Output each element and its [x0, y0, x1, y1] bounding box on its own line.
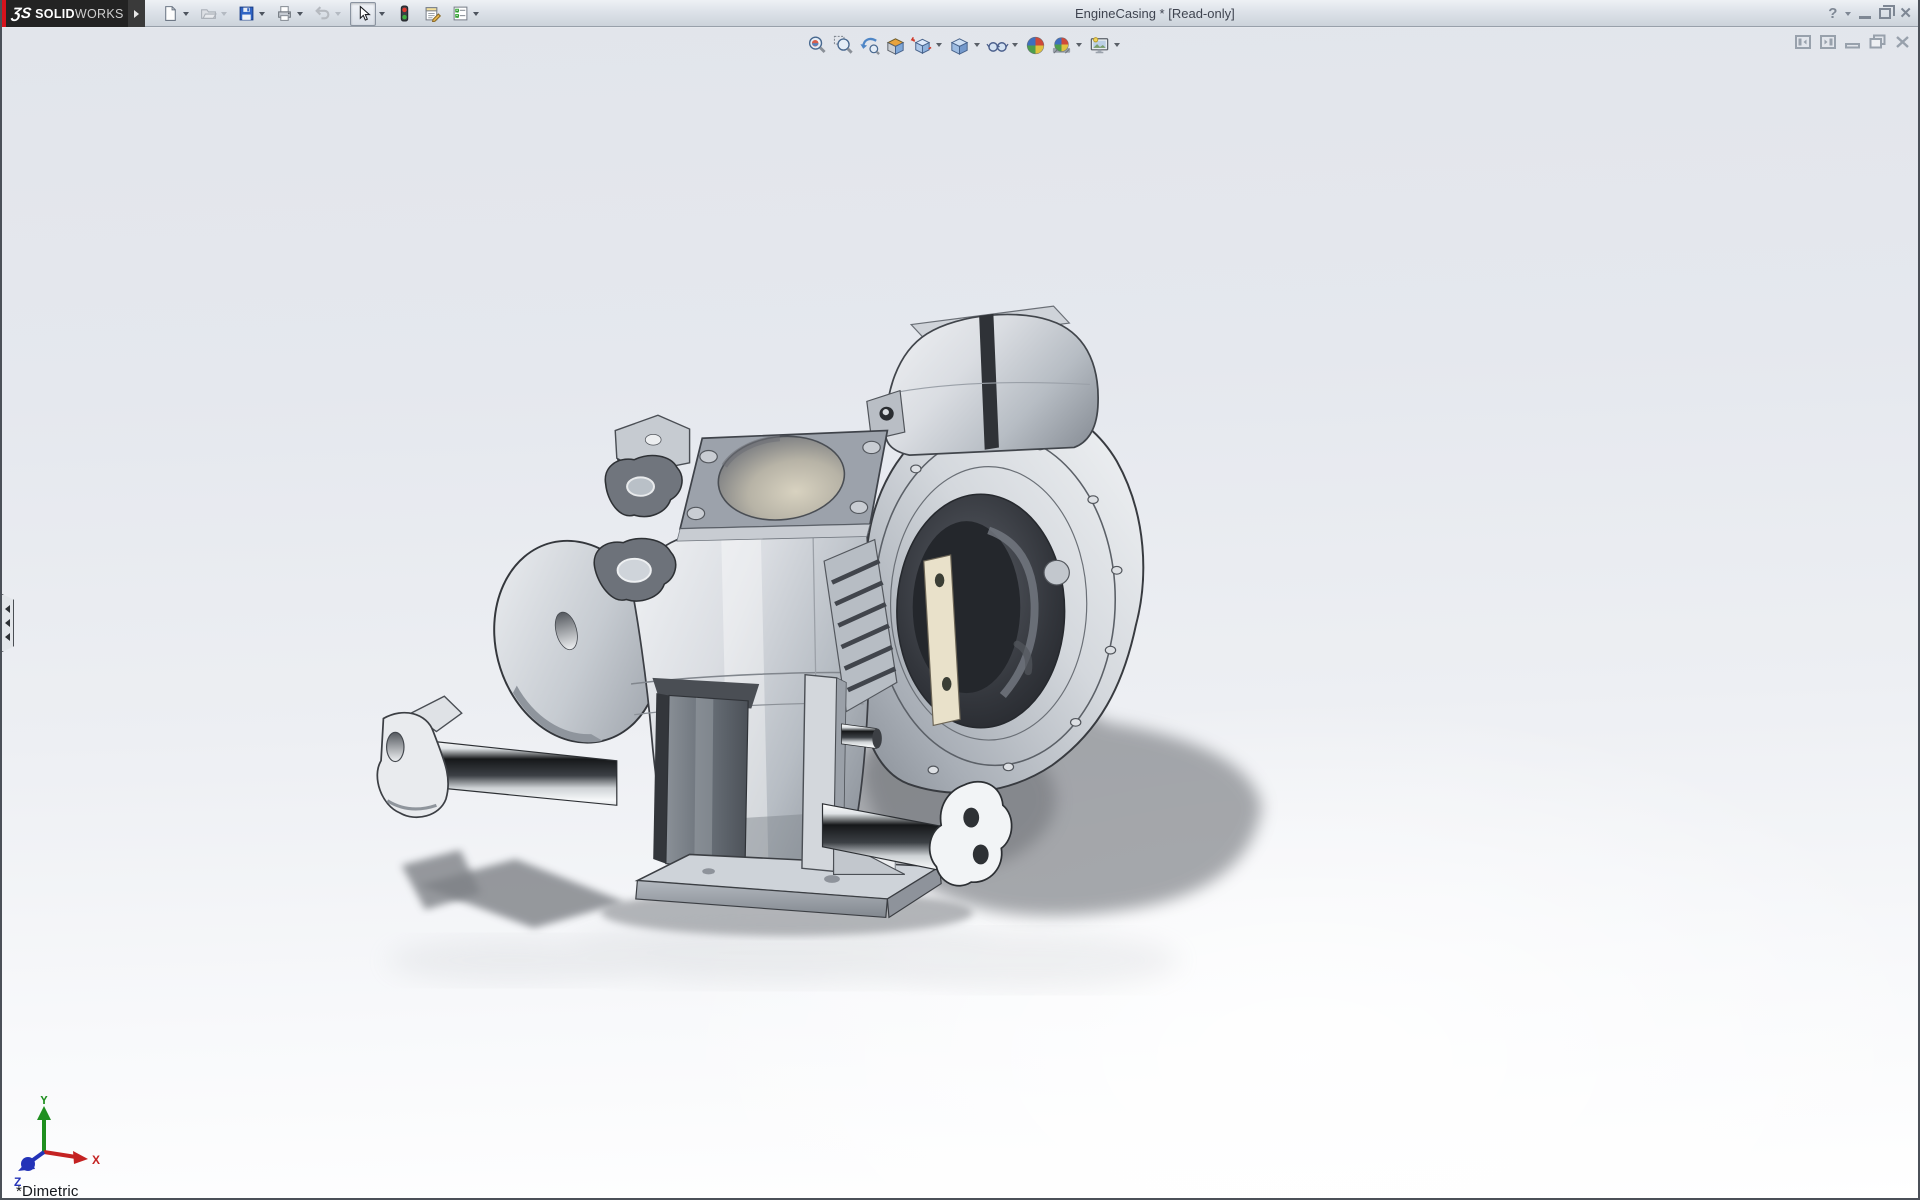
- x-axis-arrow: [73, 1151, 88, 1164]
- engine-casing-model[interactable]: [332, 300, 1582, 1198]
- y-axis-arrow: [37, 1106, 51, 1120]
- view-orientation-icon: [910, 36, 931, 54]
- edit-appearance-button[interactable]: [1022, 32, 1048, 58]
- options-icon: [453, 6, 467, 21]
- undo-button[interactable]: [312, 3, 332, 25]
- print-icon: [277, 6, 291, 21]
- view-settings-dropdown[interactable]: [1112, 33, 1122, 57]
- standard-toolbar: [152, 0, 480, 27]
- logo-text-solid: SOLID: [35, 6, 75, 21]
- apply-scene-button[interactable]: [1048, 32, 1074, 58]
- zoom-to-fit-icon: [808, 35, 826, 53]
- open-document-dropdown[interactable]: [219, 3, 228, 25]
- view-settings-button[interactable]: [1086, 32, 1112, 58]
- minimize-icon[interactable]: [1859, 9, 1872, 19]
- doc-close-icon[interactable]: [1895, 35, 1910, 49]
- select-dropdown[interactable]: [377, 3, 386, 25]
- file-properties-icon: [425, 7, 441, 22]
- select-button[interactable]: [350, 1, 376, 26]
- rebuild-stoplight-icon: [400, 5, 408, 22]
- 3ds-logo-icon: ƷS: [10, 5, 33, 22]
- collapse-left-pane-icon[interactable]: [1795, 34, 1811, 49]
- options-button[interactable]: [450, 3, 470, 25]
- y-axis-label: Y: [40, 1096, 48, 1107]
- x-axis-label: X: [92, 1153, 100, 1167]
- appearance-ball-icon: [1026, 36, 1044, 54]
- open-document-button[interactable]: [198, 3, 218, 25]
- help-dropdown[interactable]: [1845, 11, 1852, 16]
- title-bar: ƷS SOLID WORKS EngineCasing * [Read-only…: [2, 0, 1918, 27]
- close-icon[interactable]: ✕: [1899, 6, 1912, 21]
- menu-expand-arrow-icon[interactable]: [128, 0, 145, 27]
- document-title: EngineCasing * [Read-only]: [1075, 6, 1235, 21]
- open-folder-icon: [200, 9, 217, 19]
- print-dropdown[interactable]: [295, 3, 304, 25]
- stand-column[interactable]: [652, 677, 760, 871]
- undo-dropdown[interactable]: [333, 3, 342, 25]
- document-window-controls: [1795, 34, 1910, 49]
- rebuild-button[interactable]: [394, 3, 414, 25]
- view-settings-icon: [1090, 36, 1108, 53]
- hide-show-items-dropdown[interactable]: [1010, 33, 1020, 57]
- view-orientation-label: *Dimetric: [16, 1183, 79, 1198]
- headsup-view-toolbar: [804, 32, 1124, 58]
- brand-accent-stripe: [2, 0, 6, 27]
- display-style-dropdown[interactable]: [972, 33, 982, 57]
- view-orientation-button[interactable]: [908, 32, 934, 58]
- apply-scene-dropdown[interactable]: [1074, 33, 1084, 57]
- zoom-to-area-icon: [833, 35, 853, 54]
- help-icon[interactable]: ?: [1828, 6, 1837, 21]
- select-cursor-icon: [359, 5, 371, 21]
- save-button[interactable]: [236, 3, 256, 25]
- view-orientation-dropdown[interactable]: [934, 33, 944, 57]
- options-dropdown[interactable]: [471, 3, 480, 25]
- previous-view-button[interactable]: [856, 32, 882, 58]
- apply-scene-icon: [1052, 36, 1070, 54]
- new-document-button[interactable]: [160, 3, 180, 25]
- graphics-area[interactable]: Y X Z *Dimetric: [2, 28, 1918, 1198]
- new-document-dropdown[interactable]: [181, 3, 190, 25]
- eyeglasses-icon: [985, 41, 1009, 52]
- mounting-flange[interactable]: [676, 429, 889, 542]
- logo-text-works: WORKS: [74, 6, 124, 21]
- display-style-button[interactable]: [946, 32, 972, 58]
- solidworks-logo: ƷS SOLID WORKS: [2, 0, 128, 27]
- restore-icon[interactable]: [1879, 5, 1896, 19]
- solidworks-window: ƷS SOLID WORKS EngineCasing * [Read-only…: [0, 0, 1920, 1200]
- hide-show-items-button[interactable]: [984, 32, 1010, 58]
- section-view-button[interactable]: [882, 32, 908, 58]
- featuremanager-collapsed-tab[interactable]: [2, 594, 14, 652]
- zoom-to-area-button[interactable]: [830, 32, 856, 58]
- save-floppy-icon: [239, 6, 253, 21]
- file-properties-button[interactable]: [422, 3, 442, 25]
- window-controls: ? ✕: [1828, 0, 1912, 27]
- zoom-to-fit-button[interactable]: [804, 32, 830, 58]
- previous-view-icon: [859, 37, 880, 55]
- section-view-icon: [886, 37, 904, 55]
- collapse-right-pane-icon[interactable]: [1820, 34, 1836, 49]
- new-document-icon: [164, 6, 176, 21]
- doc-restore-icon[interactable]: [1869, 34, 1886, 49]
- valve-cover[interactable]: [866, 305, 1099, 456]
- doc-minimize-icon[interactable]: [1845, 35, 1860, 49]
- display-style-icon: [950, 37, 968, 55]
- save-dropdown[interactable]: [257, 3, 266, 25]
- undo-icon: [314, 6, 329, 20]
- print-button[interactable]: [274, 3, 294, 25]
